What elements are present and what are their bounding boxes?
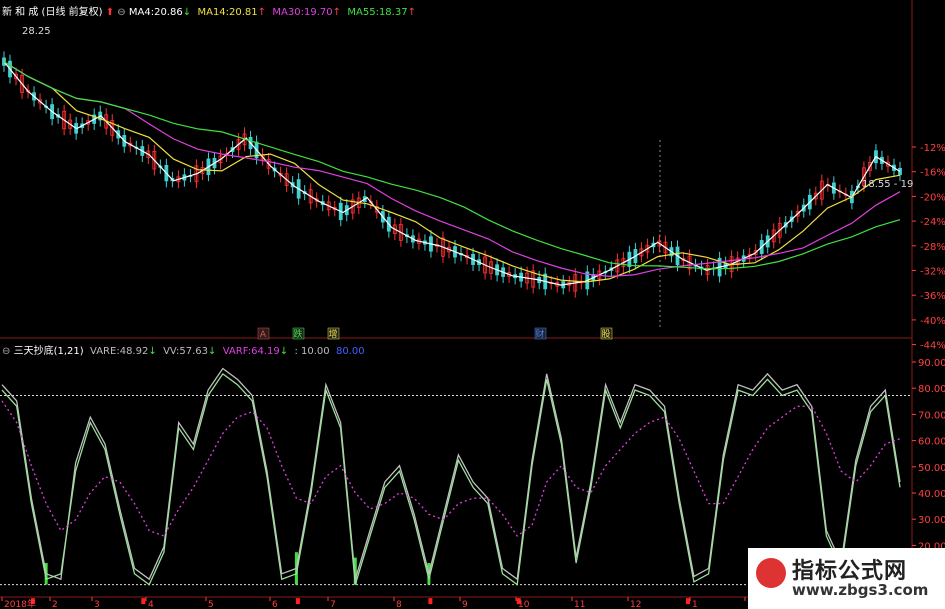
- ma-line-ma14: [3, 61, 901, 283]
- vare-arrow: ↓: [148, 346, 157, 357]
- ma4-value: 20.86: [154, 7, 183, 18]
- price-high-label: 28.25: [22, 26, 51, 37]
- extra-value-1: : 10.00: [294, 346, 330, 357]
- date-label: 12: [630, 600, 641, 609]
- ma14-arrow: ↑: [257, 7, 267, 18]
- axis-tick-label: -40%: [920, 316, 945, 327]
- event-marker-label: 增: [328, 328, 337, 340]
- axis-tick-label: -32%: [920, 267, 945, 278]
- varf-arrow: ↓: [279, 346, 289, 357]
- ma55-label: MA55:: [347, 7, 379, 18]
- axis-tick-label: 40.00: [918, 489, 945, 500]
- date-label: 1: [692, 600, 698, 609]
- ma14-value: 20.81: [229, 7, 258, 18]
- vv-arrow: ↓: [207, 346, 217, 357]
- zone-mark: [686, 598, 691, 605]
- ma-line-ma4: [3, 61, 901, 286]
- axis-tick-label: -24%: [920, 217, 945, 228]
- zone-mark: [141, 598, 146, 605]
- date-label: 2018年: [4, 598, 36, 609]
- ma55-arrow: ↑: [407, 7, 416, 18]
- axis-tick-label: -44%: [920, 341, 945, 352]
- stock-name: 新 和 成: [2, 7, 39, 18]
- event-marker-label: 股: [601, 329, 610, 340]
- price-panel[interactable]: [2, 51, 902, 298]
- ma-line-ma55: [3, 61, 901, 270]
- watermark-url: www.zbgs3.com: [792, 581, 929, 599]
- ma55-value: 18.37: [378, 7, 408, 18]
- ma30-value: 19.70: [303, 7, 333, 18]
- adjust-mode[interactable]: (日线 前复权): [42, 7, 103, 18]
- event-marker-label: 财: [535, 328, 544, 340]
- varf-value: 64.19: [251, 346, 280, 357]
- ma-line-ma30: [3, 61, 901, 278]
- watermark-logo-icon: [756, 558, 786, 588]
- zone-mark: [295, 598, 300, 605]
- event-marker-label: A: [260, 330, 267, 340]
- ma30-arrow: ↑: [332, 7, 342, 18]
- price-axis: -12% -16% -20% -24% -28% -32% -36% -40% -44%: [912, 143, 945, 352]
- date-label: 4: [148, 600, 154, 609]
- axis-tick-label: 80.00: [918, 384, 945, 395]
- axis-tick-label: -36%: [920, 291, 945, 302]
- ma4-label: MA4:: [128, 7, 155, 18]
- date-label: 2: [52, 600, 58, 609]
- date-label: 11: [574, 600, 585, 609]
- date-label: 8: [396, 600, 402, 609]
- axis-tick-label: -28%: [920, 242, 945, 253]
- indicator-line-varf: [1, 400, 901, 537]
- indicator-axis: 90.0080.0070.0060.0050.0040.0030.0020.00…: [912, 358, 945, 579]
- date-label: 9: [462, 600, 468, 609]
- stock-chart[interactable]: -12% -16% -20% -24% -28% -32% -36% -40% -44% 90.…: [0, 0, 945, 609]
- ma4-arrow: ↓: [182, 7, 192, 18]
- watermark: 指标公式网 www.zbgs3.com: [748, 548, 945, 609]
- date-label: 10: [518, 600, 530, 609]
- date-label: 7: [330, 600, 336, 609]
- vv-value: 57.63: [179, 346, 208, 357]
- axis-tick-label: 70.00: [918, 410, 945, 421]
- ma30-label: MA30:: [272, 7, 304, 18]
- date-label: 6: [272, 600, 278, 609]
- axis-tick-label: 30.00: [918, 515, 945, 526]
- axis-tick-label: -16%: [920, 168, 945, 179]
- vare-value: 48.92: [119, 346, 149, 357]
- date-axis: 2018年2345678910111212: [1, 597, 753, 609]
- axis-tick-label: -20%: [920, 192, 945, 203]
- vv-label: VV:: [163, 346, 180, 357]
- extra-value-2: 80.00: [336, 346, 365, 357]
- event-marker-label: 跌: [293, 329, 302, 340]
- ma14-label: MA14:: [197, 7, 230, 18]
- zone-mark: [428, 598, 433, 605]
- varf-label: VARF:: [222, 346, 252, 357]
- date-label: 5: [208, 600, 214, 609]
- indicator-header: ⊖ 三天抄底(1,21) VARE:48.92↓ VV:57.63↓ VARF:…: [2, 342, 365, 357]
- date-label: 3: [94, 600, 100, 609]
- axis-tick-label: 50.00: [918, 463, 945, 474]
- indicator-name[interactable]: 三天抄底(1,21): [14, 346, 84, 357]
- settings-icon[interactable]: ⊖: [117, 7, 125, 18]
- axis-tick-label: -12%: [920, 143, 945, 154]
- axis-tick-label: 90.00: [918, 358, 945, 369]
- price-header: 新 和 成 (日线 前复权) ⬆ ⊖ MA4:20.86↓ MA14:20.81…: [2, 3, 416, 18]
- last-price-label: 18.55 - 19: [862, 179, 914, 190]
- axis-tick-label: 60.00: [918, 437, 945, 448]
- vare-label: VARE:: [90, 346, 120, 357]
- settings-icon[interactable]: ⊖: [2, 346, 10, 357]
- up-arrow-icon: ⬆: [105, 7, 115, 18]
